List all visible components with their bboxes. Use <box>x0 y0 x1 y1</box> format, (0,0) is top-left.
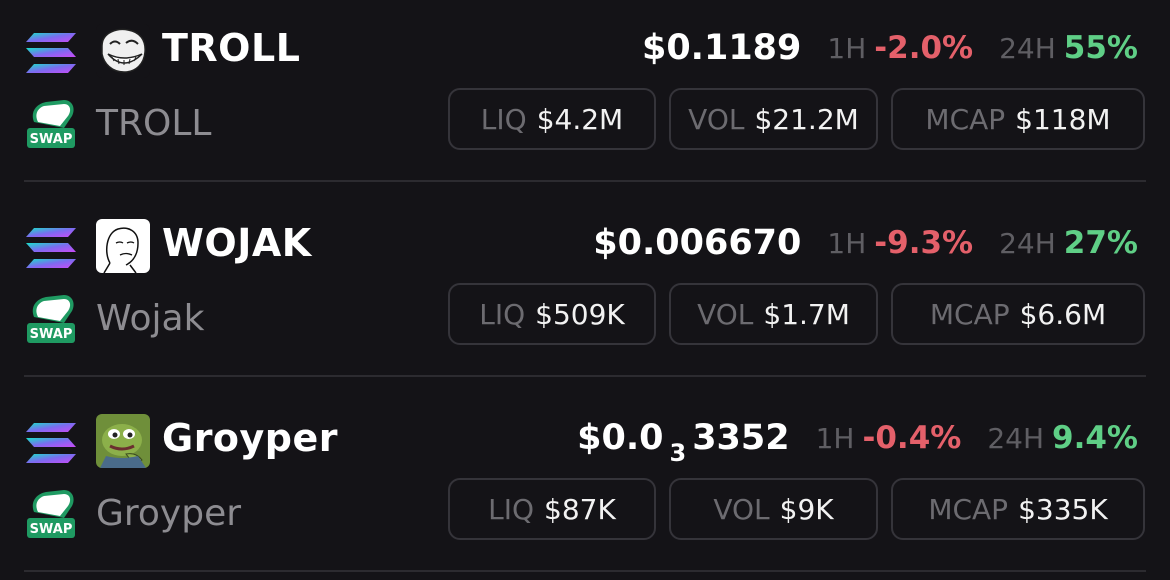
svg-text:SWAP: SWAP <box>30 327 73 342</box>
price-zero-count: 3 <box>669 439 687 467</box>
vol-label: VOL <box>713 492 770 526</box>
trollface-icon <box>96 24 150 78</box>
mcap-value: $118M <box>1015 102 1111 136</box>
token-name: Wojak <box>96 298 205 339</box>
liquidity-pill[interactable]: LIQ $4.2M <box>448 88 656 150</box>
24h-label: 24H <box>999 226 1056 260</box>
liq-label: LIQ <box>488 492 535 526</box>
mcap-value: $6.6M <box>1019 297 1107 331</box>
liquidity-pill[interactable]: LIQ $509K <box>448 283 656 345</box>
market-cap-pill[interactable]: MCAP $335K <box>891 478 1145 540</box>
volume-pill[interactable]: VOL $1.7M <box>669 283 878 345</box>
swap-icon[interactable]: SWAP <box>24 98 78 150</box>
liq-label: LIQ <box>480 102 527 136</box>
swap-icon[interactable]: SWAP <box>24 293 78 345</box>
row-divider <box>24 180 1146 182</box>
1h-change: -2.0% <box>874 30 974 66</box>
liq-value: $4.2M <box>536 102 624 136</box>
token-row-troll[interactable]: TROLL $0.1189 1H -2.0% 24H 55% SWAP TROL… <box>0 0 1170 190</box>
wojak-icon <box>96 219 150 273</box>
volume-pill[interactable]: VOL $9K <box>669 478 878 540</box>
mcap-label: MCAP <box>925 102 1006 136</box>
1h-label: 1H <box>815 421 855 455</box>
price: $0.0 3 3352 <box>577 418 790 467</box>
vol-label: VOL <box>688 102 745 136</box>
liq-label: LIQ <box>479 297 526 331</box>
token-symbol: TROLL <box>162 26 301 70</box>
liq-value: $509K <box>535 297 625 331</box>
row-divider <box>24 375 1146 377</box>
vol-label: VOL <box>697 297 754 331</box>
svg-text:SWAP: SWAP <box>30 132 73 147</box>
24h-label: 24H <box>999 31 1056 65</box>
token-list: TROLL $0.1189 1H -2.0% 24H 55% SWAP TROL… <box>0 0 1170 572</box>
1h-change: -9.3% <box>874 225 974 261</box>
24h-label: 24H <box>987 421 1045 455</box>
1h-change: -0.4% <box>862 420 962 456</box>
price: $0.1189 <box>641 28 802 68</box>
price-line: $0.0 3 3352 1H -0.4% 24H 9.4% <box>577 412 1138 467</box>
24h-change: 55% <box>1063 30 1138 66</box>
24h-change: 27% <box>1063 225 1138 261</box>
liq-value: $87K <box>544 492 616 526</box>
mcap-value: $335K <box>1018 492 1108 526</box>
token-row-groyper[interactable]: Groyper $0.0 3 3352 1H -0.4% 24H 9.4% SWAP… <box>0 390 1170 580</box>
solana-icon <box>24 421 78 465</box>
market-cap-pill[interactable]: MCAP $118M <box>891 88 1145 150</box>
token-symbol: WOJAK <box>162 221 312 265</box>
vol-value: $21.2M <box>754 102 859 136</box>
mcap-label: MCAP <box>929 297 1010 331</box>
liquidity-pill[interactable]: LIQ $87K <box>448 478 656 540</box>
1h-label: 1H <box>827 226 867 260</box>
swap-icon[interactable]: SWAP <box>24 488 78 540</box>
market-cap-pill[interactable]: MCAP $6.6M <box>891 283 1145 345</box>
groyper-frog-icon <box>96 414 150 468</box>
price: $0.006670 <box>593 223 802 263</box>
token-name: TROLL <box>96 103 212 144</box>
solana-icon <box>24 226 78 270</box>
vol-value: $9K <box>779 492 834 526</box>
solana-icon <box>24 31 78 75</box>
token-row-wojak[interactable]: WOJAK $0.006670 1H -9.3% 24H 27% SWAP Wo… <box>0 195 1170 385</box>
mcap-label: MCAP <box>928 492 1009 526</box>
volume-pill[interactable]: VOL $21.2M <box>669 88 878 150</box>
price-line: $0.1189 1H -2.0% 24H 55% <box>642 22 1138 74</box>
1h-label: 1H <box>827 31 867 65</box>
token-name: Groyper <box>96 493 242 534</box>
24h-change: 9.4% <box>1052 420 1138 456</box>
token-symbol: Groyper <box>162 416 339 460</box>
vol-value: $1.7M <box>763 297 850 331</box>
svg-text:SWAP: SWAP <box>30 522 73 537</box>
price-line: $0.006670 1H -9.3% 24H 27% <box>593 217 1138 269</box>
